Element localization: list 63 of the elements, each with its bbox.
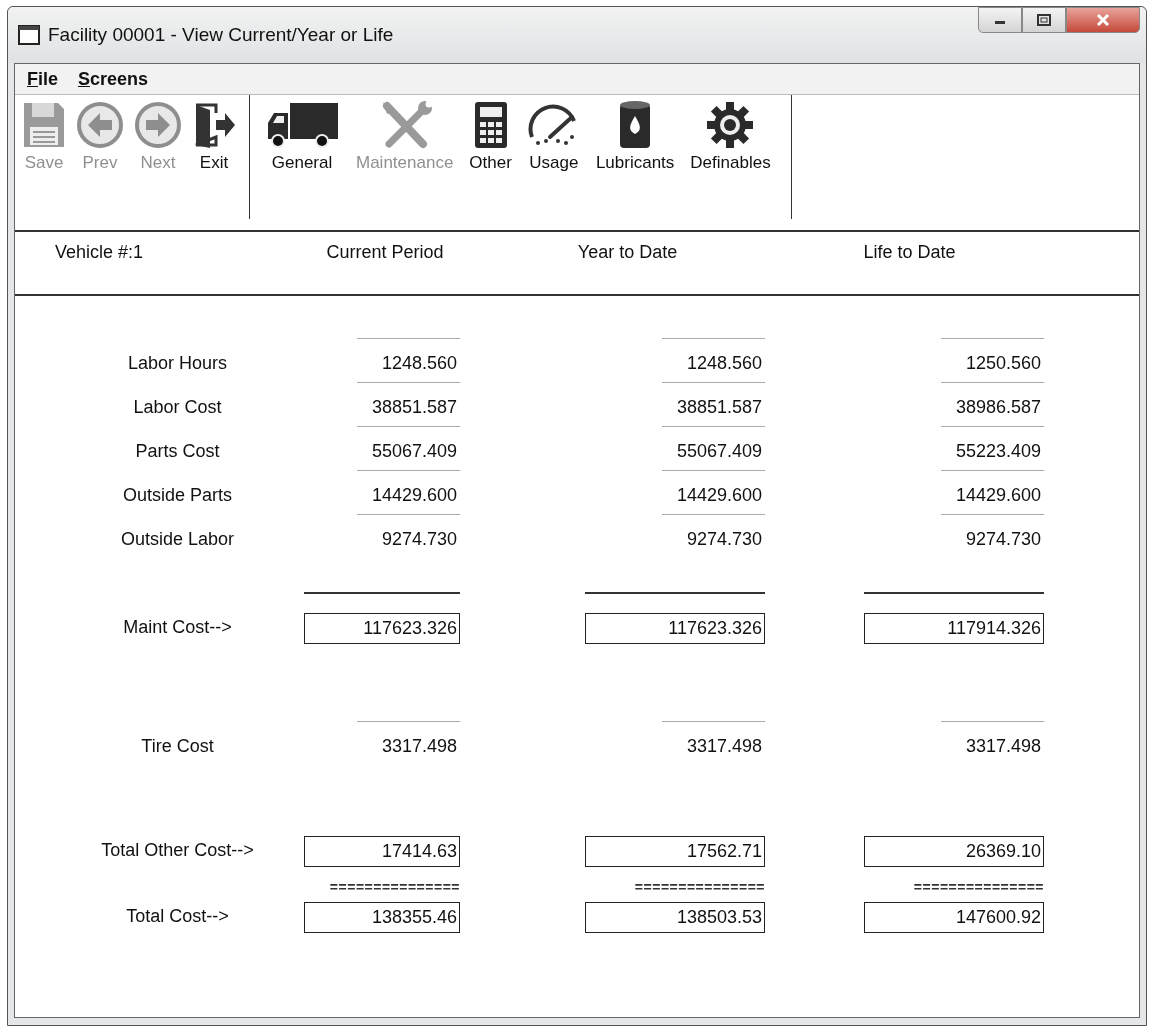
total-field: 138355.46: [304, 902, 460, 933]
row-label: Outside Labor: [119, 529, 236, 551]
value-field: 3317.498: [357, 721, 460, 765]
value-field: 3317.498: [662, 721, 765, 765]
minimize-button[interactable]: [978, 7, 1022, 33]
restore-icon: [1037, 14, 1051, 26]
value-field: 9274.730: [662, 514, 765, 558]
value-field: 3317.498: [941, 721, 1044, 765]
total-field: 17414.63: [304, 836, 460, 867]
menu-item[interactable]: Screens: [78, 68, 149, 90]
column-header: Life to Date: [862, 242, 957, 263]
toolbar-button[interactable]: Other: [461, 99, 520, 173]
row-label: Total Cost-->: [125, 906, 230, 928]
value-field: 38986.587: [941, 382, 1044, 426]
value-field: 55223.409: [941, 426, 1044, 470]
close-button[interactable]: [1066, 7, 1140, 33]
column-header: Year to Date: [576, 242, 679, 263]
toolbar-button[interactable]: Definables: [682, 99, 779, 173]
equals-separator: ===============: [329, 878, 460, 897]
maximize-button[interactable]: [1022, 7, 1066, 33]
total-field: 117623.326: [585, 613, 765, 644]
total-field: 147600.92: [864, 902, 1044, 933]
row-label: Total Other Cost-->: [100, 840, 255, 862]
vehicle-label: Vehicle #:1: [54, 242, 145, 263]
total-field: 117623.326: [304, 613, 460, 644]
close-icon: [1095, 13, 1111, 27]
equals-separator: ===============: [634, 878, 765, 897]
window-icon: [18, 25, 40, 45]
toolbar-button[interactable]: Usage: [519, 99, 588, 173]
row-label: Labor Hours: [126, 353, 229, 375]
value-field: 14429.600: [662, 470, 765, 514]
total-field: 138503.53: [585, 902, 765, 933]
row-label: Maint Cost-->: [122, 617, 233, 639]
value-field: 1250.560: [941, 338, 1044, 382]
toolbar-button[interactable]: Exit: [187, 99, 241, 173]
row-label: Outside Parts: [121, 485, 233, 507]
left-arrow-circle-icon: [76, 99, 124, 151]
window-title: Facility 00001 - View Current/Year or Life: [48, 24, 395, 46]
value-field: 14429.600: [357, 470, 460, 514]
toolbar-button[interactable]: General: [256, 99, 348, 173]
value-field: 9274.730: [357, 514, 460, 558]
column-header: Current Period: [325, 242, 445, 263]
value-field: 55067.409: [357, 426, 460, 470]
right-arrow-circle-icon: [134, 99, 182, 151]
row-label: Parts Cost: [134, 441, 221, 463]
value-field: 1248.560: [662, 338, 765, 382]
menu-item[interactable]: File: [27, 68, 58, 90]
equals-separator: ===============: [913, 878, 1044, 897]
row-label: Tire Cost: [140, 736, 215, 758]
toolbar-button[interactable]: Lubricants: [587, 99, 683, 173]
total-field: 26369.10: [864, 836, 1044, 867]
value-field: 38851.587: [357, 382, 460, 426]
total-field: 17562.71: [585, 836, 765, 867]
total-field: 117914.326: [864, 613, 1044, 644]
gear-icon: [706, 99, 755, 151]
row-label: Labor Cost: [132, 397, 223, 419]
value-field: 38851.587: [662, 382, 765, 426]
value-field: 55067.409: [662, 426, 765, 470]
value-field: 14429.600: [941, 470, 1044, 514]
value-field: 9274.730: [941, 514, 1044, 558]
oil-can-icon: [618, 99, 653, 151]
calculator-icon: [473, 99, 508, 151]
value-field: 1248.560: [357, 338, 460, 382]
